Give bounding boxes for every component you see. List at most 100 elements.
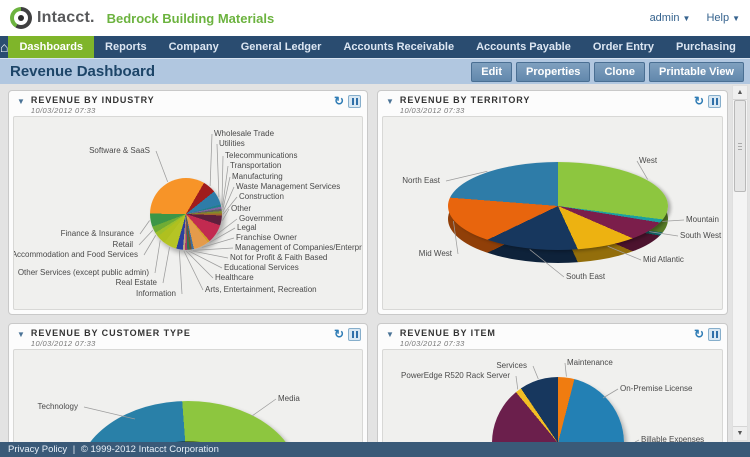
chart-label: Wholesale Trade xyxy=(214,129,275,138)
chart-label: Technology xyxy=(37,402,78,411)
panel-header: ▼ REVENUE BY TERRITORY 10/03/2012 07:33 … xyxy=(378,91,727,116)
pie-chart-revenue-by-item[interactable]: Maintenance On-Premise License Billable Ex… xyxy=(382,349,723,442)
chart-label: PowerEdge R520 Rack Server xyxy=(401,371,510,380)
nav-tab-purchasing[interactable]: Purchasing xyxy=(665,36,747,58)
chart-label: Other Services (except public admin) xyxy=(17,268,149,277)
scrollbar-up-arrow[interactable]: ▲ xyxy=(733,86,747,100)
panel-header: ▼ REVENUE BY INDUSTRY 10/03/2012 07:33 ↻ xyxy=(9,91,367,116)
chart-label: Healthcare xyxy=(215,273,254,282)
pie-chart-revenue-by-industry[interactable]: Wholesale Trade Utilities Telecommunicatio… xyxy=(13,116,363,310)
chart-label: Services xyxy=(496,361,527,370)
chart-label: North East xyxy=(402,176,440,185)
chart-label: Retail xyxy=(112,240,133,249)
clone-button[interactable]: Clone xyxy=(594,61,645,82)
intacct-app-window: Intacct. Bedrock Building Materials admi… xyxy=(0,0,750,457)
panel-revenue-by-territory: ▼ REVENUE BY TERRITORY 10/03/2012 07:33 … xyxy=(377,90,728,315)
chart-label: Educational Services xyxy=(224,263,299,272)
pie-body[interactable] xyxy=(492,377,624,442)
chart-label: Mountain xyxy=(686,215,719,224)
chart-label: Mid West xyxy=(418,249,452,258)
nav-tab-order-entry[interactable]: Order Entry xyxy=(582,36,665,58)
chart-label: Manufacturing xyxy=(232,172,283,181)
nav-tab-company[interactable]: Company xyxy=(158,36,230,58)
nav-tabs: Dashboards Reports Company General Ledger Ac… xyxy=(8,36,750,58)
chart-label: Media xyxy=(278,394,300,403)
help-menu[interactable]: Help ▼ xyxy=(706,12,740,24)
panel-header: ▼ REVENUE BY CUSTOMER TYPE 10/03/2012 07… xyxy=(9,324,367,349)
scrollbar-down-arrow[interactable]: ▼ xyxy=(733,426,747,440)
chart-label: Transportation xyxy=(230,161,282,170)
nav-tab-dashboards[interactable]: Dashboards xyxy=(8,36,95,58)
chart-view-icon[interactable] xyxy=(348,95,361,108)
chart-label: Mid Atlantic xyxy=(643,255,684,264)
chart-label: Management of Companies/Enterpri xyxy=(235,243,363,252)
panel-timestamp: 10/03/2012 07:33 xyxy=(30,339,96,348)
user-menu-label: admin xyxy=(649,12,680,24)
panel-title: REVENUE BY ITEM xyxy=(399,328,496,338)
chart-label: South West xyxy=(680,231,722,240)
collapse-caret-icon[interactable]: ▼ xyxy=(17,330,25,339)
panel-timestamp: 10/03/2012 07:33 xyxy=(30,106,96,115)
edit-button[interactable]: Edit xyxy=(471,61,513,82)
pie-body[interactable] xyxy=(448,162,668,250)
page-footer: Privacy Policy | © 1999-2012 Intacct Cor… xyxy=(0,442,750,457)
vertical-scrollbar[interactable]: ▲ ▼ xyxy=(732,85,748,441)
panel-title: REVENUE BY CUSTOMER TYPE xyxy=(30,328,191,338)
help-menu-label: Help xyxy=(706,12,730,24)
printable-view-button[interactable]: Printable View xyxy=(649,61,744,82)
privacy-policy-link[interactable]: Privacy Policy xyxy=(8,444,67,455)
refresh-icon[interactable]: ↻ xyxy=(694,328,704,341)
main-navbar: ⌂ Dashboards Reports Company General Ledger… xyxy=(0,36,750,58)
company-name: Bedrock Building Materials xyxy=(106,10,275,26)
user-menu[interactable]: admin ▼ xyxy=(650,12,691,24)
chart-label: Construction xyxy=(239,192,284,201)
nav-tab-accounts-receivable[interactable]: Accounts Receivable xyxy=(332,36,465,58)
intacct-logo-icon[interactable] xyxy=(10,7,32,29)
pie-chart-revenue-by-territory[interactable]: West Mountain South West Mid Atlantic South … xyxy=(382,116,723,310)
chart-view-icon[interactable] xyxy=(708,328,721,341)
pie-body[interactable] xyxy=(150,178,222,250)
chart-label: South East xyxy=(566,272,606,281)
collapse-caret-icon[interactable]: ▼ xyxy=(17,97,25,106)
top-header: Intacct. Bedrock Building Materials admi… xyxy=(0,0,750,36)
chart-label: Other xyxy=(231,204,252,213)
panel-revenue-by-industry: ▼ REVENUE BY INDUSTRY 10/03/2012 07:33 ↻… xyxy=(8,90,368,315)
chart-label: Accommodation and Food Services xyxy=(13,250,138,259)
properties-button[interactable]: Properties xyxy=(516,61,591,82)
page-actions: Edit Properties Clone Printable View xyxy=(471,61,746,82)
refresh-icon[interactable]: ↻ xyxy=(694,95,704,108)
copyright-text: © 1999-2012 Intacct Corporation xyxy=(80,444,219,455)
refresh-icon[interactable]: ↻ xyxy=(334,95,344,108)
chart-label: Maintenance xyxy=(567,358,613,367)
pie-body[interactable] xyxy=(77,401,299,442)
logo-dot xyxy=(18,15,24,21)
home-icon: ⌂ xyxy=(0,39,9,55)
chart-label: Billable Expenses xyxy=(641,435,705,442)
chevron-down-icon: ▼ xyxy=(732,14,740,23)
chart-label: Arts, Entertainment, Recreation xyxy=(205,285,317,294)
panel-title: REVENUE BY INDUSTRY xyxy=(30,95,155,105)
page-title: Revenue Dashboard xyxy=(10,63,156,80)
chart-label: West xyxy=(639,156,658,165)
page-titlebar: Revenue Dashboard Edit Properties Clone Pri… xyxy=(0,58,750,84)
chevron-down-icon: ▼ xyxy=(682,14,691,23)
home-tab[interactable]: ⌂ xyxy=(0,36,8,58)
panel-header: ▼ REVENUE BY ITEM 10/03/2012 07:33 ↻ xyxy=(378,324,727,349)
dashboard-content: ▼ REVENUE BY INDUSTRY 10/03/2012 07:33 ↻… xyxy=(0,84,750,442)
chart-label: Waste Management Services xyxy=(236,182,341,191)
panel-revenue-by-customer-type: ▼ REVENUE BY CUSTOMER TYPE 10/03/2012 07… xyxy=(8,323,368,442)
nav-tab-accounts-payable[interactable]: Accounts Payable xyxy=(465,36,582,58)
scrollbar-grip xyxy=(738,143,742,151)
chart-label: Finance & Insurance xyxy=(60,229,134,238)
refresh-icon[interactable]: ↻ xyxy=(334,328,344,341)
chart-view-icon[interactable] xyxy=(708,95,721,108)
nav-tab-reports[interactable]: Reports xyxy=(94,36,158,58)
chart-view-icon[interactable] xyxy=(348,328,361,341)
collapse-caret-icon[interactable]: ▼ xyxy=(386,97,394,106)
collapse-caret-icon[interactable]: ▼ xyxy=(386,330,394,339)
nav-tab-general-ledger[interactable]: General Ledger xyxy=(230,36,333,58)
panel-timestamp: 10/03/2012 07:33 xyxy=(399,339,465,348)
donut-chart-revenue-by-customer-type[interactable]: Media Technology xyxy=(13,349,363,442)
chart-label: Real Estate xyxy=(115,278,157,287)
scrollbar-thumb[interactable] xyxy=(734,100,746,192)
